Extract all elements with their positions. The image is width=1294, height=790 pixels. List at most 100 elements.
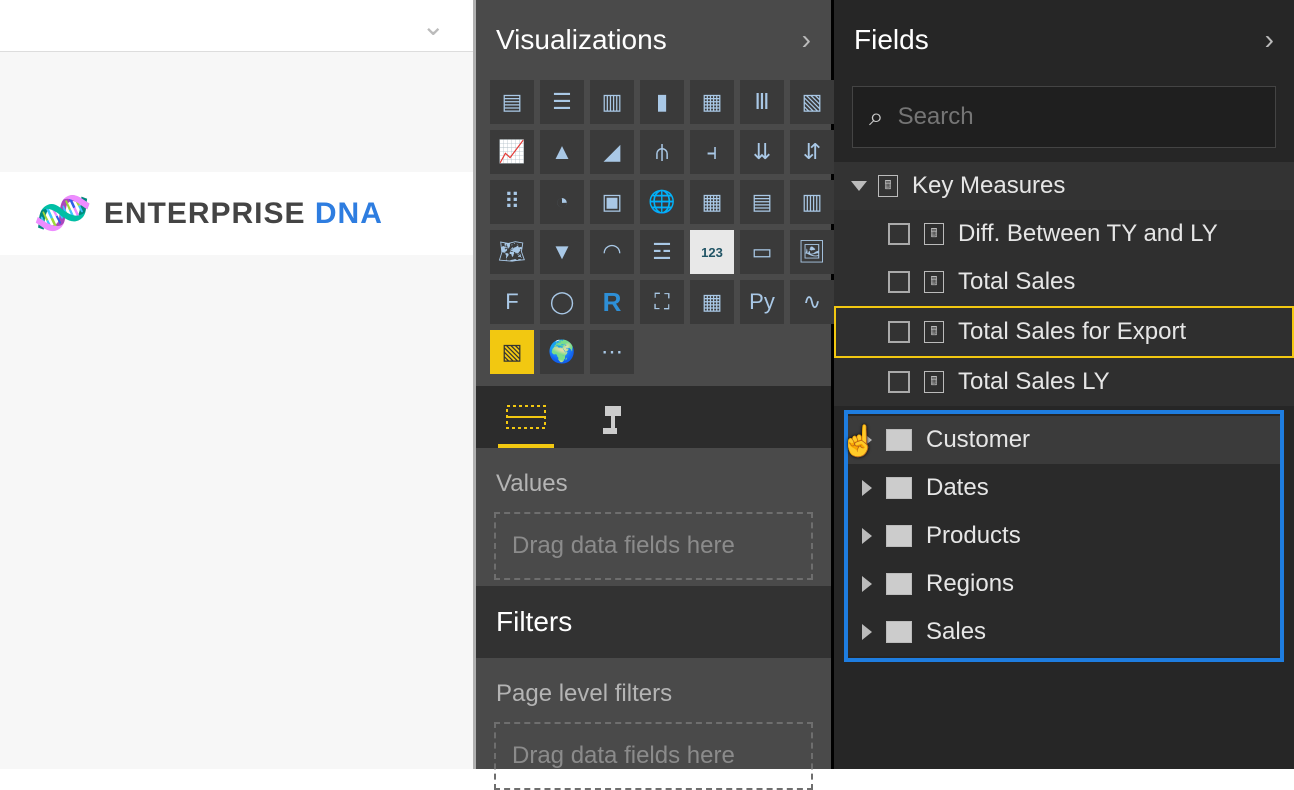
visualizations-gallery: ▤☰▥▮▦Ⅲ▧📈▲◢⫛⫞⇊⇵⠿◔▣🌐▦▤▥🗺▼◠☲123▭🖼F◯R⛶▦Py∿▧🌍… <box>476 80 831 386</box>
visualizations-header[interactable]: Visualizations › <box>476 0 831 80</box>
measure-row[interactable]: 🖩 Total Sales for Export <box>834 306 1294 358</box>
viz-donut[interactable]: ◯ <box>540 280 584 324</box>
values-label: Values <box>476 448 831 506</box>
viz-arcgis[interactable]: ⛶ <box>640 280 684 324</box>
table-icon <box>886 525 912 547</box>
logo-text: ENTERPRISE DNA <box>104 197 383 231</box>
viz-line-col[interactable]: ⫞ <box>690 130 734 174</box>
tab-fields[interactable] <box>498 396 554 448</box>
measures-group-label: Key Measures <box>912 172 1065 200</box>
measures-list: 🖩Diff. Between TY and LY🖩Total Sales🖩Tot… <box>834 210 1294 406</box>
viz-tornado[interactable]: ⇵ <box>790 130 834 174</box>
chevron-right-icon[interactable]: › <box>802 24 811 56</box>
viz-image[interactable]: 🖼 <box>790 230 834 274</box>
values-dropzone[interactable]: Drag data fields here <box>494 512 813 580</box>
viz-ribbon[interactable]: ▧ <box>790 80 834 124</box>
page-filters-label: Page level filters <box>476 658 831 716</box>
table-row[interactable]: Products <box>848 512 1280 560</box>
viz-matrix[interactable]: ▤ <box>740 180 784 224</box>
measure-icon: 🖩 <box>924 321 944 343</box>
visualizations-title: Visualizations <box>496 24 667 56</box>
viz-kpi-123[interactable]: 123 <box>690 230 734 274</box>
format-tabs <box>476 386 831 448</box>
viz-clustered-column[interactable]: ▮ <box>640 80 684 124</box>
measure-label: Total Sales for Export <box>958 318 1186 346</box>
table-label: Sales <box>926 618 986 646</box>
viz-filled-map[interactable]: 🗺 <box>490 230 534 274</box>
tables-list: ☝Customer Dates Products Regions Sales <box>848 416 1280 656</box>
table-icon <box>886 429 912 451</box>
expand-icon <box>862 624 872 640</box>
viz-kpi-f[interactable]: F <box>490 280 534 324</box>
logo-primary: ENTERPRISE <box>104 197 315 230</box>
viz-slicer[interactable]: ▥ <box>790 180 834 224</box>
table-row[interactable]: ☝Customer <box>848 416 1280 464</box>
viz-py-visual[interactable]: Py <box>740 280 784 324</box>
visualizations-panel: Visualizations › ▤☰▥▮▦Ⅲ▧📈▲◢⫛⫞⇊⇵⠿◔▣🌐▦▤▥🗺▼… <box>476 0 834 769</box>
viz-stacked-bar[interactable]: ▤ <box>490 80 534 124</box>
report-canvas[interactable]: ⌄ 🧬 ENTERPRISE DNA <box>0 0 476 769</box>
table-label: Dates <box>926 474 989 502</box>
viz-pie-donut[interactable]: ◔ <box>540 180 584 224</box>
expand-icon <box>862 432 872 448</box>
viz-globe[interactable]: 🌍 <box>540 330 584 374</box>
table-label: Products <box>926 522 1021 550</box>
viz-stacked-area[interactable]: ◢ <box>590 130 634 174</box>
chevron-down-icon[interactable]: ⌄ <box>422 9 445 42</box>
page-filters-dropzone[interactable]: Drag data fields here <box>494 722 813 790</box>
measure-row[interactable]: 🖩Diff. Between TY and LY <box>834 210 1294 258</box>
tab-format[interactable] <box>582 396 638 448</box>
viz-table2[interactable]: ▦ <box>690 280 734 324</box>
canvas-topbar: ⌄ <box>0 0 473 52</box>
measure-row[interactable]: 🖩Total Sales <box>834 258 1294 306</box>
table-row[interactable]: Regions <box>848 560 1280 608</box>
fields-panel: Fields › ⌕ 🖩 Key Measures 🖩Diff. Between… <box>834 0 1294 769</box>
dna-icon: 🧬 <box>31 183 94 244</box>
checkbox-icon[interactable] <box>888 271 910 293</box>
viz-waterfall[interactable]: ⇊ <box>740 130 784 174</box>
viz-scatter[interactable]: ⠿ <box>490 180 534 224</box>
collapse-icon <box>851 181 867 191</box>
fields-search[interactable]: ⌕ <box>852 86 1276 148</box>
viz-sparkline[interactable]: ∿ <box>790 280 834 324</box>
viz-funnel[interactable]: ▼ <box>540 230 584 274</box>
viz-100-bar[interactable]: ▦ <box>690 80 734 124</box>
table-row[interactable]: Sales <box>848 608 1280 656</box>
tables-block: ☝Customer Dates Products Regions Sales <box>844 410 1284 662</box>
viz-multi-row[interactable]: ☲ <box>640 230 684 274</box>
measures-group[interactable]: 🖩 Key Measures <box>834 162 1294 210</box>
viz-globe-map[interactable]: 🌐 <box>640 180 684 224</box>
table-icon <box>886 477 912 499</box>
search-input[interactable] <box>898 103 1259 131</box>
search-icon: ⌕ <box>869 101 884 133</box>
measure-label: Total Sales <box>958 268 1075 296</box>
table-row[interactable]: Dates <box>848 464 1280 512</box>
viz-line-bar[interactable]: ⫛ <box>640 130 684 174</box>
viz-r-visual[interactable]: R <box>590 280 634 324</box>
checkbox-icon[interactable] <box>888 371 910 393</box>
table-label: Customer <box>926 426 1030 454</box>
checkbox-icon[interactable] <box>888 321 910 343</box>
measure-row[interactable]: 🖩Total Sales LY <box>834 358 1294 406</box>
viz-card[interactable]: ▭ <box>740 230 784 274</box>
measure-label: Total Sales LY <box>958 368 1110 396</box>
chevron-right-icon[interactable]: › <box>1265 24 1274 56</box>
viz-area[interactable]: ▲ <box>540 130 584 174</box>
checkbox-icon[interactable] <box>888 223 910 245</box>
viz-more[interactable]: ⋯ <box>590 330 634 374</box>
viz-gauge[interactable]: ◠ <box>590 230 634 274</box>
logo-secondary: DNA <box>315 197 383 230</box>
viz-stacked-column[interactable]: ▥ <box>590 80 634 124</box>
expand-icon <box>862 528 872 544</box>
filters-header[interactable]: Filters <box>476 586 831 658</box>
measure-group-icon: 🖩 <box>878 175 898 197</box>
viz-x[interactable]: ▧ <box>490 330 534 374</box>
measure-label: Diff. Between TY and LY <box>958 220 1218 248</box>
fields-header[interactable]: Fields › <box>834 0 1294 80</box>
viz-treemap[interactable]: ▣ <box>590 180 634 224</box>
viz-line[interactable]: 📈 <box>490 130 534 174</box>
viz-table[interactable]: ▦ <box>690 180 734 224</box>
viz-100-column[interactable]: Ⅲ <box>740 80 784 124</box>
expand-icon <box>862 576 872 592</box>
viz-clustered-bar[interactable]: ☰ <box>540 80 584 124</box>
